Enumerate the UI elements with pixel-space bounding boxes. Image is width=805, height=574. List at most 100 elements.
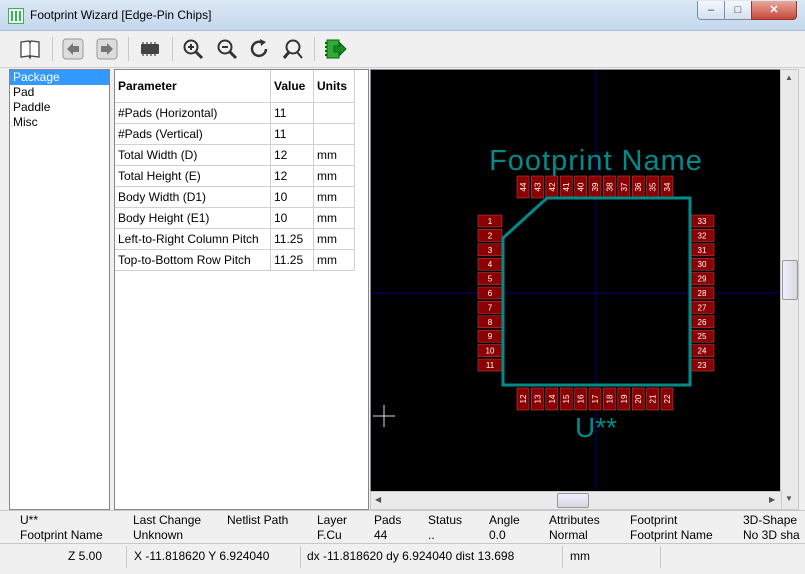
- scroll-down-icon[interactable]: ▼: [785, 494, 793, 503]
- pad-label: 18: [605, 394, 614, 403]
- pad-left: 10: [477, 344, 503, 357]
- column-header-parameter[interactable]: Parameter: [115, 70, 271, 103]
- close-button[interactable]: ✕: [751, 1, 797, 20]
- pad-right: 26: [689, 315, 715, 329]
- param-value[interactable]: 11: [270, 123, 314, 145]
- param-units: mm: [313, 186, 355, 208]
- pad-label: 28: [698, 289, 707, 298]
- pad-label: 13: [533, 394, 542, 403]
- horizontal-scrollbar[interactable]: ◀ ▶: [370, 491, 782, 510]
- pad-label: 33: [698, 217, 707, 226]
- pad-top: 39: [588, 175, 602, 199]
- pad-top: 34: [660, 175, 674, 199]
- param-units: mm: [313, 249, 355, 271]
- vertical-scrollbar[interactable]: ▲ ▼: [780, 69, 799, 510]
- table-row: Left-to-Right Column Pitch 11.25 mm: [115, 228, 355, 250]
- page-item-misc[interactable]: Misc: [10, 115, 109, 130]
- pad-label: 2: [488, 231, 493, 240]
- param-name: Top-to-Bottom Row Pitch: [115, 249, 271, 271]
- pad-label: 11: [486, 361, 495, 370]
- pad-left: 5: [477, 272, 503, 285]
- pad-label: 19: [620, 394, 629, 403]
- zoom-in-icon[interactable]: [180, 36, 206, 62]
- arrow-left-icon[interactable]: [60, 36, 86, 62]
- pad-label: 16: [577, 394, 586, 403]
- table-row: Total Height (E) 12 mm: [115, 165, 355, 187]
- pad-label: 3: [488, 246, 493, 255]
- pad-top: 37: [617, 175, 631, 199]
- scroll-right-icon[interactable]: ▶: [769, 495, 775, 504]
- chip-icon[interactable]: [137, 36, 163, 62]
- pad-label: 26: [698, 318, 707, 327]
- pad-top: 43: [531, 175, 544, 199]
- app-icon: [8, 8, 24, 24]
- param-name: Total Width (D): [115, 144, 271, 166]
- pad-label: 4: [488, 260, 493, 269]
- zoom-readout: Z 5.00: [68, 549, 103, 563]
- pad-label: 10: [486, 347, 495, 356]
- page-item-pad[interactable]: Pad: [10, 85, 109, 100]
- param-value[interactable]: 12: [270, 144, 314, 166]
- toolbar: [0, 31, 805, 68]
- export-icon[interactable]: [322, 36, 348, 62]
- pad-label: 30: [698, 260, 707, 269]
- maximize-button[interactable]: □: [724, 1, 752, 20]
- table-row: Body Width (D1) 10 mm: [115, 186, 355, 208]
- pad-left: 6: [477, 286, 503, 300]
- pad-label: 37: [620, 182, 629, 191]
- param-value[interactable]: 10: [270, 186, 314, 208]
- zoom-fit-icon[interactable]: [280, 36, 306, 62]
- pad-label: 44: [519, 182, 528, 191]
- pad-left: 1: [477, 214, 503, 228]
- param-units: [313, 123, 355, 145]
- status-3d-shape: 3D-Shape No 3D sha: [743, 513, 800, 542]
- param-value[interactable]: 10: [270, 207, 314, 229]
- status-attributes: Attributes Normal: [549, 513, 600, 542]
- minimize-button[interactable]: –: [697, 1, 725, 20]
- arrow-right-icon[interactable]: [94, 36, 120, 62]
- pad-label: 35: [649, 182, 658, 191]
- pad-label: 27: [698, 303, 707, 312]
- param-name: #Pads (Vertical): [115, 123, 271, 145]
- zoom-out-icon[interactable]: [214, 36, 240, 62]
- pad-bottom: 12: [516, 387, 530, 411]
- param-value[interactable]: 12: [270, 165, 314, 187]
- cursor-position-readout: X -11.818620 Y 6.924040: [134, 549, 270, 563]
- param-name: Total Height (E): [115, 165, 271, 187]
- pad-right: 27: [689, 301, 715, 314]
- pad-right: 30: [689, 257, 715, 271]
- pad-bottom: 17: [588, 387, 602, 411]
- param-value[interactable]: 11: [270, 102, 314, 124]
- column-header-units[interactable]: Units: [313, 70, 355, 103]
- pad-top: 35: [646, 175, 659, 199]
- page-item-package[interactable]: Package: [10, 70, 109, 85]
- footprint-reference-text: U**: [575, 412, 617, 443]
- pages-list: Package Pad Paddle Misc: [9, 69, 110, 510]
- param-name: Body Width (D1): [115, 186, 271, 208]
- param-units: mm: [313, 144, 355, 166]
- param-name: Left-to-Right Column Pitch: [115, 228, 271, 250]
- scroll-up-icon[interactable]: ▲: [785, 73, 793, 82]
- scroll-left-icon[interactable]: ◀: [375, 495, 381, 504]
- book-icon[interactable]: [17, 36, 43, 62]
- pad-label: 20: [634, 394, 643, 403]
- pad-right: 25: [689, 329, 715, 343]
- pad-bottom: 18: [603, 387, 616, 411]
- message-panel: U** Footprint Name Last Change Unknown Net…: [0, 510, 805, 543]
- pad-label: 21: [649, 394, 658, 403]
- pad-label: 42: [548, 182, 557, 191]
- status-bar: Z 5.00 X -11.818620 Y 6.924040 dx -11.81…: [0, 543, 805, 574]
- param-value[interactable]: 11.25: [270, 228, 314, 250]
- column-header-value[interactable]: Value: [270, 70, 314, 103]
- pad-top: 36: [631, 175, 645, 199]
- table-row: #Pads (Vertical) 11: [115, 123, 355, 145]
- param-name: #Pads (Horizontal): [115, 102, 271, 124]
- footprint-preview-canvas[interactable]: 44 43 42 41 40 39 38 37 36 35 34 12 13 14 15 16 17 18 19 20…: [370, 69, 782, 492]
- pad-right: 29: [689, 272, 715, 285]
- vertical-scroll-thumb[interactable]: [782, 260, 798, 300]
- param-value[interactable]: 11.25: [270, 249, 314, 271]
- page-item-paddle[interactable]: Paddle: [10, 100, 109, 115]
- redraw-icon[interactable]: [247, 36, 273, 62]
- pad-right: 33: [689, 214, 715, 228]
- horizontal-scroll-thumb[interactable]: [557, 493, 589, 508]
